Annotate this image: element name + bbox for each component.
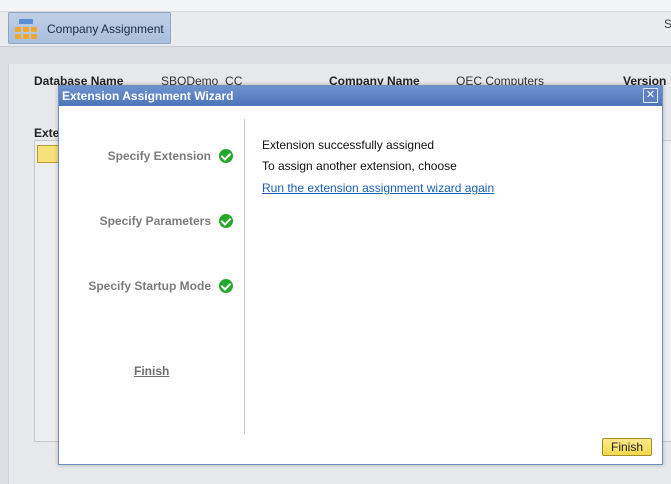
company-assignment-icon — [15, 19, 39, 39]
step-finish[interactable]: Finish — [134, 364, 169, 378]
wizard-divider — [244, 119, 245, 434]
company-assignment-label: Company Assignment — [47, 22, 164, 36]
dialog-title: Extension Assignment Wizard — [62, 89, 234, 103]
extensions-section-label: Exte — [34, 126, 60, 140]
check-icon — [219, 149, 233, 163]
finish-button[interactable]: Finish — [602, 438, 652, 456]
step-label: Specify Extension — [107, 149, 211, 163]
success-message: Extension successfully assigned — [262, 138, 435, 152]
check-icon — [219, 279, 233, 293]
company-assignment-tab[interactable]: Company Assignment — [8, 12, 171, 44]
top-bar: Company Assignment S — [0, 0, 671, 47]
close-icon[interactable]: ✕ — [643, 88, 658, 103]
instruction-message: To assign another extension, choose — [262, 159, 457, 173]
check-icon — [219, 214, 233, 228]
step-specify-extension[interactable]: Specify Extension — [108, 149, 233, 163]
dialog-title-bar: Extension Assignment Wizard ✕ — [59, 86, 662, 106]
step-label: Specify Parameters — [99, 214, 211, 228]
top-right-text: S — [664, 17, 671, 31]
step-label: Specify Startup Mode — [88, 279, 211, 293]
step-specify-startup-mode[interactable]: Specify Startup Mode — [88, 279, 233, 293]
step-specify-parameters[interactable]: Specify Parameters — [100, 214, 233, 228]
extension-assignment-wizard: Extension Assignment Wizard ✕ Specify Ex… — [58, 85, 663, 465]
run-wizard-again-link[interactable]: Run the extension assignment wizard agai… — [262, 181, 494, 195]
wizard-steps: Specify Extension Specify Parameters Spe… — [59, 107, 244, 437]
